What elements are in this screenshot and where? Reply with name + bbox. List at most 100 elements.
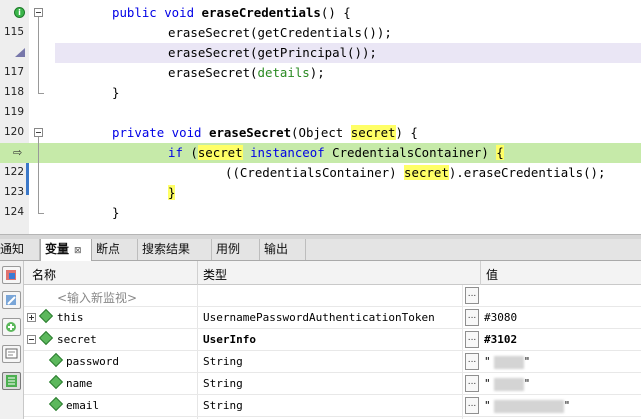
implements-icon[interactable]: i	[14, 7, 25, 18]
new-watch-row[interactable]: <输入新监视> ...	[24, 285, 641, 307]
code-line[interactable]: i public void eraseCredentials() {	[0, 3, 641, 23]
variable-name: password	[66, 355, 119, 368]
code-line[interactable]: 118 }	[0, 83, 641, 103]
current-debug-line[interactable]: ⇨ if (secret instanceof CredentialsConta…	[0, 143, 641, 163]
parameter-highlight: secret	[350, 125, 396, 140]
code-text: eraseSecret(getPrincipal());	[168, 45, 377, 60]
fold-toggle-icon[interactable]	[34, 8, 43, 17]
tab-label: 搜索结果	[142, 242, 191, 256]
ellipsis-button[interactable]: ...	[465, 309, 479, 326]
tab-breakpoints[interactable]: 断点	[92, 239, 138, 260]
tab-variables[interactable]: 变量 ⊠	[40, 239, 92, 261]
new-watch-placeholder[interactable]: <输入新监视>	[57, 289, 137, 306]
close-icon[interactable]: ⊠	[74, 246, 82, 256]
variable-name: email	[66, 399, 100, 412]
code-text: eraseSecret(	[168, 65, 258, 80]
code-line[interactable]: 122 ((CredentialsContainer) secret).eras…	[0, 163, 641, 183]
line-number: 118	[3, 86, 24, 98]
code-text: ((CredentialsContainer)	[225, 165, 405, 180]
variable-value[interactable]: " "	[484, 399, 570, 413]
column-header-name[interactable]: 名称	[32, 266, 56, 283]
variable-icon	[38, 308, 54, 324]
tab-label: 用例	[216, 242, 241, 256]
ellipsis-button[interactable]: ...	[465, 375, 479, 392]
code-editor[interactable]: i public void eraseCredentials() { 115 e…	[0, 0, 641, 234]
fold-guide	[38, 17, 39, 93]
show-static-icon[interactable]	[2, 266, 21, 284]
quote-open: "	[484, 377, 491, 390]
variable-type: String	[203, 355, 243, 368]
current-line-arrow-icon: ⇨	[13, 146, 23, 159]
column-header-type[interactable]: 类型	[203, 266, 227, 283]
field-icon	[48, 374, 64, 390]
code-text: }	[112, 205, 120, 220]
code-line[interactable]: 117 eraseSecret(details);	[0, 63, 641, 83]
code-text: (Object	[291, 125, 351, 140]
fold-toggle-icon[interactable]	[34, 128, 43, 137]
tab-notifications[interactable]: 通知	[0, 239, 40, 260]
code-text: (	[182, 145, 198, 160]
redacted-value	[493, 355, 524, 369]
ellipsis-button[interactable]: ...	[465, 353, 479, 370]
table-row[interactable]: name String ... " "	[24, 373, 641, 395]
tab-search-results[interactable]: 搜索结果	[138, 239, 212, 260]
ellipsis-button[interactable]: ...	[465, 397, 479, 414]
fold-guide	[38, 137, 39, 213]
code-line[interactable]: 119	[0, 103, 641, 123]
variable-icon	[38, 330, 54, 346]
table-row[interactable]: email String ... " "	[24, 395, 641, 417]
variable-value[interactable]: " "	[484, 377, 530, 391]
table-header: 名称 类型 值	[24, 261, 641, 285]
table-row[interactable]: secret UserInfo ... #3102	[24, 329, 641, 351]
column-header-value[interactable]: 值	[486, 266, 498, 283]
settings-icon[interactable]	[2, 345, 21, 363]
code-line[interactable]: eraseSecret(getPrincipal());	[0, 43, 641, 63]
variable-name: secret	[57, 333, 97, 346]
quote-open: "	[484, 399, 491, 412]
code-keyword: private void	[112, 125, 209, 140]
warning-triangle-icon[interactable]	[15, 48, 25, 57]
expand-icon[interactable]	[27, 313, 36, 322]
tab-usages[interactable]: 用例	[212, 239, 260, 260]
line-number: 115	[3, 26, 24, 38]
code-text: ) {	[395, 125, 418, 140]
code-line[interactable]: 123 }	[0, 183, 641, 203]
quote-close: "	[563, 399, 571, 412]
code-line[interactable]: 115 eraseSecret(getCredentials());	[0, 23, 641, 43]
tab-label: 断点	[96, 242, 121, 256]
table-row[interactable]: this UsernamePasswordAuthenticationToken…	[24, 307, 641, 329]
brace-match: {	[496, 145, 504, 160]
debug-tab-bar: 通知 变量 ⊠ 断点 搜索结果 用例 输出	[0, 239, 641, 261]
code-text: );	[309, 65, 325, 80]
tab-output[interactable]: 输出	[260, 239, 306, 260]
variable-value[interactable]: " "	[484, 355, 530, 369]
code-text: eraseSecret(getCredentials());	[168, 25, 392, 40]
parameter-highlight: secret	[197, 145, 243, 160]
ellipsis-button[interactable]: ...	[465, 287, 479, 304]
brace-match: }	[168, 185, 176, 200]
tab-label: 输出	[264, 242, 289, 256]
method-name: eraseSecret	[208, 125, 292, 140]
line-number: 120	[3, 126, 24, 138]
variable-value[interactable]: #3080	[484, 311, 517, 324]
add-watch-icon[interactable]	[2, 318, 21, 336]
variables-table[interactable]: 名称 类型 值 <输入新监视> ... this UsernamePasswor…	[24, 261, 641, 419]
variable-value[interactable]: #3102	[484, 333, 517, 346]
show-inherited-icon[interactable]	[2, 291, 21, 309]
code-line[interactable]: 120 private void eraseSecret(Object secr…	[0, 123, 641, 143]
collapse-icon[interactable]	[27, 335, 36, 344]
code-text: () {	[320, 5, 351, 20]
line-number: 124	[3, 206, 24, 218]
code-line[interactable]: 124 }	[0, 203, 641, 223]
show-values-icon[interactable]	[2, 372, 21, 390]
ellipsis-button[interactable]: ...	[465, 331, 479, 348]
line-number: 123	[3, 186, 24, 198]
field-icon	[48, 352, 64, 368]
redacted-value	[493, 399, 564, 413]
redacted-value	[493, 377, 524, 391]
tab-label: 变量	[45, 242, 70, 256]
line-number: 119	[3, 106, 24, 118]
code-text: }	[112, 85, 120, 100]
quote-open: "	[484, 355, 491, 368]
table-row[interactable]: password String ... " "	[24, 351, 641, 373]
